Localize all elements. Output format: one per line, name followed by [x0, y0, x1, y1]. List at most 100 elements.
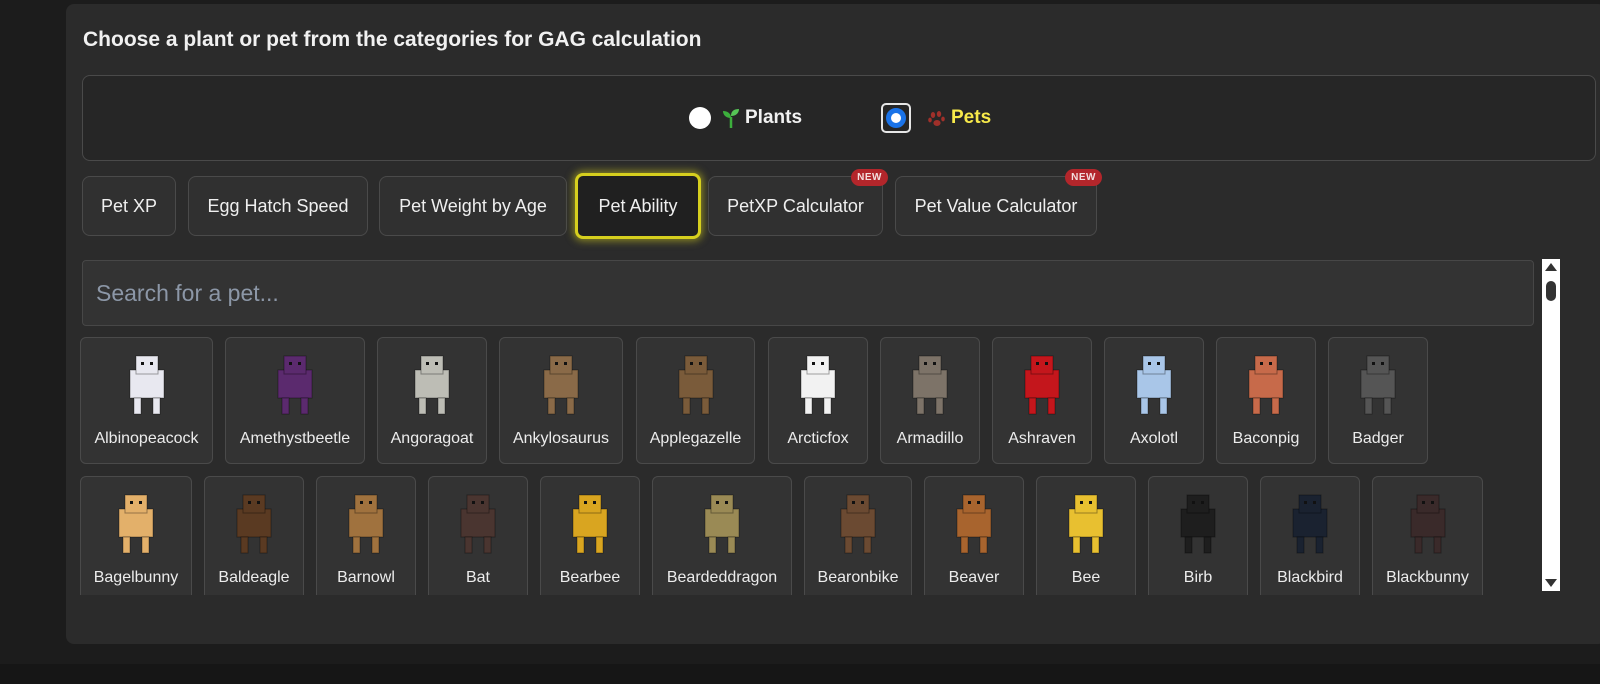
bagelbunny-icon	[101, 487, 171, 566]
baconpig-icon	[1231, 348, 1301, 427]
bat-icon	[443, 487, 513, 566]
pet-card-label: Bee	[1071, 569, 1101, 586]
pet-card[interactable]: Ashraven	[992, 337, 1092, 464]
tab-label: Pet Weight by Age	[399, 195, 547, 216]
scroll-thumb[interactable]	[1546, 281, 1556, 301]
badger-icon	[1343, 348, 1413, 427]
plants-option[interactable]: Plants	[689, 102, 802, 134]
new-badge: NEW	[1065, 169, 1102, 186]
pet-card[interactable]: Arcticfox	[768, 337, 868, 464]
category-toggle: Plants Pets	[82, 75, 1596, 161]
albinopeacock-icon	[112, 348, 182, 427]
pet-card[interactable]: Baconpig	[1216, 337, 1316, 464]
pet-card-label: Armadillo	[896, 430, 964, 447]
pet-card[interactable]: Bagelbunny	[80, 476, 192, 595]
tab-pet-value-calculator[interactable]: Pet Value Calculator NEW	[895, 169, 1102, 236]
pet-card-label: Beaver	[948, 569, 1000, 586]
pet-card-label: Barnowl	[337, 569, 395, 586]
beaver-icon	[939, 487, 1009, 566]
pet-card-label: Ankylosaurus	[512, 430, 610, 447]
paw-icon	[927, 107, 947, 129]
plants-radio[interactable]	[689, 107, 711, 129]
pet-card-label: Albinopeacock	[94, 430, 199, 447]
page-heading: Choose a plant or pet from the categorie…	[83, 28, 702, 51]
applegazelle-icon	[661, 348, 731, 427]
arcticfox-icon	[783, 348, 853, 427]
bearbee-icon	[555, 487, 625, 566]
pets-label: Pets	[951, 107, 992, 128]
tab-pet-xp[interactable]: Pet XP	[82, 176, 176, 236]
pet-card[interactable]: Blackbunny	[1372, 476, 1483, 595]
pet-search-input[interactable]	[82, 260, 1534, 326]
pet-card[interactable]: Axolotl	[1104, 337, 1204, 464]
plants-label: Plants	[745, 107, 803, 128]
pet-card[interactable]: Bearbee	[540, 476, 640, 595]
pet-card[interactable]: Armadillo	[880, 337, 980, 464]
pet-card-label: Beardeddragon	[666, 569, 778, 586]
pet-card-label: Arcticfox	[787, 430, 849, 447]
pet-card[interactable]: Albinopeacock	[80, 337, 213, 464]
angoragoat-icon	[397, 348, 467, 427]
pet-card-label: Axolotl	[1129, 430, 1179, 447]
blackbird-icon	[1275, 487, 1345, 566]
barnowl-icon	[331, 487, 401, 566]
pet-card-label: Amethystbeetle	[239, 430, 351, 447]
bearonbike-icon	[823, 487, 893, 566]
pet-card-label: Bearbee	[559, 569, 621, 586]
pets-option[interactable]: Pets	[881, 102, 991, 134]
tab-label: Pet Value Calculator	[914, 195, 1078, 216]
pets-radio[interactable]	[881, 103, 911, 133]
baldeagle-icon	[219, 487, 289, 566]
pet-card-label: Badger	[1352, 430, 1404, 447]
pet-grid-scrollbar[interactable]	[1542, 259, 1560, 591]
ashraven-icon	[1007, 348, 1077, 427]
pet-card[interactable]: Bat	[428, 476, 528, 595]
tab-pet-weight-by-age[interactable]: Pet Weight by Age	[379, 176, 567, 236]
pet-card[interactable]: Baldeagle	[204, 476, 304, 595]
pet-card[interactable]: Barnowl	[316, 476, 416, 595]
birb-icon	[1163, 487, 1233, 566]
pet-card-label: Ashraven	[1008, 430, 1076, 447]
scroll-down-icon[interactable]	[1545, 579, 1557, 587]
pet-card[interactable]: Birb	[1148, 476, 1248, 595]
pet-card-label: Bat	[465, 569, 490, 586]
pet-card[interactable]: Beaver	[924, 476, 1024, 595]
armadillo-icon	[895, 348, 965, 427]
pet-card[interactable]: Applegazelle	[636, 337, 755, 464]
tab-label: Pet Ability	[598, 195, 678, 216]
pet-card-label: Applegazelle	[649, 430, 742, 447]
pet-card-label: Blackbird	[1277, 569, 1343, 586]
bee-icon	[1051, 487, 1121, 566]
pet-card-label: Blackbunny	[1386, 569, 1469, 586]
tab-egg-hatch-speed[interactable]: Egg Hatch Speed	[188, 176, 368, 236]
tab-pet-ability[interactable]: Pet Ability	[575, 173, 701, 239]
pet-card[interactable]: Bearonbike	[804, 476, 912, 595]
pet-card[interactable]: Amethystbeetle	[225, 337, 365, 464]
tab-label: Pet XP	[100, 195, 158, 216]
tab-label: PetXP Calculator	[727, 195, 864, 216]
scroll-up-icon[interactable]	[1545, 263, 1557, 271]
beardeddragon-icon	[687, 487, 757, 566]
calculator-panel: Choose a plant or pet from the categorie…	[66, 4, 1600, 644]
pet-card[interactable]: Bee	[1036, 476, 1136, 595]
pet-card-label: Angoragoat	[390, 430, 474, 447]
axolotl-icon	[1119, 348, 1189, 427]
pet-card-label: Bearonbike	[817, 569, 899, 586]
pet-card[interactable]: Angoragoat	[377, 337, 487, 464]
tab-petxp-calculator[interactable]: PetXP Calculator NEW	[708, 169, 888, 236]
pet-card[interactable]: Ankylosaurus	[499, 337, 623, 464]
pet-card[interactable]: Blackbird	[1260, 476, 1360, 595]
pet-card[interactable]: Badger	[1328, 337, 1428, 464]
tab-label: Egg Hatch Speed	[207, 195, 349, 216]
pet-card-label: Bagelbunny	[93, 569, 179, 586]
pet-grid: Albinopeacock Amethystbeetle Angoragoat Ank…	[80, 337, 1542, 595]
pet-card-label: Birb	[1183, 569, 1213, 586]
sprout-icon	[721, 107, 741, 129]
new-badge: NEW	[851, 169, 888, 186]
blackbunny-icon	[1393, 487, 1463, 566]
pet-card[interactable]: Beardeddragon	[652, 476, 792, 595]
pet-card-label: Baconpig	[1232, 430, 1300, 447]
ankylosaurus-icon	[526, 348, 596, 427]
pet-card-label: Baldeagle	[218, 569, 290, 586]
amethystbeetle-icon	[260, 348, 330, 427]
